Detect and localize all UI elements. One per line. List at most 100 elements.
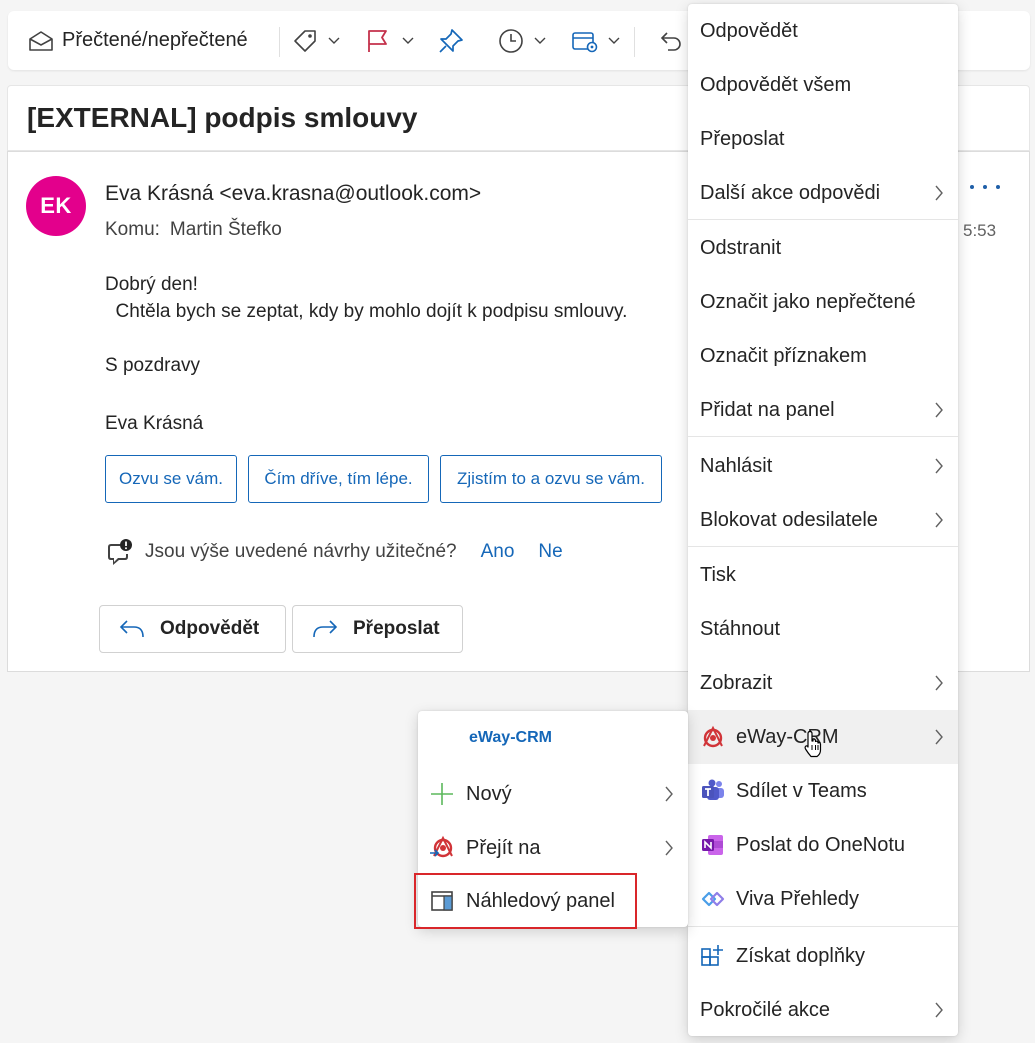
pin-button[interactable] xyxy=(437,11,465,70)
menu-item-forward[interactable]: Přeposlat xyxy=(688,112,958,166)
menu-item-reply[interactable]: Odpovědět xyxy=(688,4,958,58)
forward-arrow-icon xyxy=(311,618,339,640)
menu-item-download[interactable]: Stáhnout xyxy=(688,602,958,656)
reply-button[interactable]: Odpovědět xyxy=(99,605,286,653)
menu-divider xyxy=(688,926,958,927)
eway-goto-icon xyxy=(429,835,455,861)
recipient-name[interactable]: Martin Štefko xyxy=(170,219,282,240)
reply-label: Odpovědět xyxy=(160,618,260,639)
rules-icon xyxy=(570,27,600,55)
chevron-right-icon xyxy=(934,728,944,746)
menu-item-label: Označit jako nepřečtené xyxy=(700,290,916,313)
rules-button[interactable] xyxy=(570,11,620,70)
menu-item-label: Odpovědět všem xyxy=(700,73,852,96)
forward-button[interactable]: Přeposlat xyxy=(292,605,463,653)
chevron-down-icon xyxy=(534,37,546,45)
chevron-right-icon xyxy=(934,184,944,202)
suggestions-feedback: Jsou výše uvedené návrhy užitečné? Ano N… xyxy=(105,537,563,567)
chevron-down-icon xyxy=(328,37,340,45)
envelope-open-icon xyxy=(28,29,54,53)
toolbar-divider xyxy=(279,27,280,57)
menu-item-label: Získat doplňky xyxy=(736,944,865,967)
menu-item-label: Sdílet v Teams xyxy=(736,779,867,802)
pin-icon xyxy=(437,27,465,55)
body-line: Chtěla bych se zeptat, kdy by mohlo dojí… xyxy=(105,301,628,322)
menu-item-flag[interactable]: Označit příznakem xyxy=(688,329,958,383)
menu-item-label: Viva Přehledy xyxy=(736,887,860,910)
chevron-right-icon xyxy=(934,511,944,529)
menu-item-mark-unread[interactable]: Označit jako nepřečtené xyxy=(688,275,958,329)
menu-item-add-to-panel[interactable]: Přidat na panel xyxy=(688,383,958,437)
menu-item-label: Nahlásit xyxy=(700,454,773,477)
menu-item-label: Přidat na panel xyxy=(700,398,835,421)
chevron-right-icon xyxy=(934,457,944,475)
menu-item-label: Odstranit xyxy=(700,236,782,259)
menu-item-label: Další akce odpovědi xyxy=(700,181,881,204)
menu-divider xyxy=(688,546,958,547)
chevron-down-icon xyxy=(608,37,620,45)
menu-item-report[interactable]: Nahlásit xyxy=(688,439,958,493)
chevron-right-icon xyxy=(664,839,674,857)
body-greeting: Dobrý den! xyxy=(105,274,198,295)
email-subject: [EXTERNAL] podpis smlouvy xyxy=(27,102,418,133)
menu-item-block-sender[interactable]: Blokovat odesilatele xyxy=(688,493,958,547)
feedback-icon xyxy=(105,538,133,566)
toolbar-divider xyxy=(634,27,635,57)
menu-item-delete[interactable]: Odstranit xyxy=(688,221,958,275)
menu-item-label: Označit příznakem xyxy=(700,344,867,367)
more-actions-icon[interactable] xyxy=(970,177,1000,197)
menu-item-view[interactable]: Zobrazit xyxy=(688,656,958,710)
read-unread-button[interactable]: Přečtené/nepřečtené xyxy=(28,11,248,70)
submenu-item-go-to[interactable]: Přejít na xyxy=(418,821,688,875)
menu-divider xyxy=(688,219,958,220)
menu-item-share-teams[interactable]: Sdílet v Teams xyxy=(688,764,958,818)
menu-item-print[interactable]: Tisk xyxy=(688,548,958,602)
sender[interactable]: Eva Krásná <eva.krasna@outlook.com> xyxy=(105,182,481,206)
recipient-line: Komu: Martin Štefko xyxy=(105,219,282,241)
chevron-right-icon xyxy=(934,674,944,692)
menu-item-label: Přeposlat xyxy=(700,127,785,150)
menu-item-label: Tisk xyxy=(700,563,736,586)
menu-item-label: Poslat do OneNotu xyxy=(736,833,905,856)
chevron-right-icon xyxy=(664,785,674,803)
feedback-question: Jsou výše uvedené návrhy užitečné? xyxy=(145,541,457,562)
highlight-annotation xyxy=(414,873,637,929)
chevron-right-icon xyxy=(934,1001,944,1019)
suggested-reply-button[interactable]: Ozvu se vám. xyxy=(105,455,237,503)
eway-crm-icon xyxy=(700,724,726,750)
forward-label: Přeposlat xyxy=(353,618,440,639)
body-closing: S pozdravy xyxy=(105,355,201,376)
menu-item-label: Blokovat odesilatele xyxy=(700,508,878,531)
menu-item-label: Odpovědět xyxy=(700,19,798,42)
read-unread-label: Přečtené/nepřečtené xyxy=(62,29,248,51)
menu-item-more-reply-actions[interactable]: Další akce odpovědi xyxy=(688,166,958,220)
menu-item-get-add-ins[interactable]: Získat doplňky xyxy=(688,929,958,983)
teams-icon xyxy=(700,778,726,804)
submenu-item-new[interactable]: Nový xyxy=(418,767,688,821)
suggested-reply-button[interactable]: Zjistím to a ozvu se vám. xyxy=(440,455,662,503)
flag-button[interactable] xyxy=(364,11,414,70)
menu-divider xyxy=(688,436,958,437)
message-time: 5:53 xyxy=(963,221,997,240)
add-ins-icon xyxy=(700,943,726,969)
feedback-yes-link[interactable]: Ano xyxy=(481,541,515,563)
menu-item-label: Pokročilé akce xyxy=(700,998,831,1021)
menu-item-label: Stáhnout xyxy=(700,617,781,640)
context-menu: Odpovědět Odpovědět všem Přeposlat Další… xyxy=(688,4,958,1036)
to-label: Komu: xyxy=(105,219,160,240)
menu-item-label: Zobrazit xyxy=(700,671,773,694)
menu-item-send-onenote[interactable]: Poslat do OneNotu xyxy=(688,818,958,872)
undo-button[interactable] xyxy=(658,11,684,70)
submenu-item-label: Nový xyxy=(466,782,512,805)
snooze-button[interactable] xyxy=(497,11,546,70)
suggested-reply-button[interactable]: Čím dříve, tím lépe. xyxy=(248,455,429,503)
chevron-down-icon xyxy=(402,37,414,45)
menu-item-reply-all[interactable]: Odpovědět všem xyxy=(688,58,958,112)
menu-item-advanced-actions[interactable]: Pokročilé akce xyxy=(688,983,958,1037)
menu-item-viva-insights[interactable]: Viva Přehledy xyxy=(688,872,958,926)
avatar[interactable]: EK xyxy=(26,176,86,236)
submenu-header: eWay-CRM xyxy=(469,729,552,746)
categorize-button[interactable] xyxy=(291,11,340,70)
feedback-no-link[interactable]: Ne xyxy=(538,541,562,563)
undo-icon xyxy=(658,28,684,54)
